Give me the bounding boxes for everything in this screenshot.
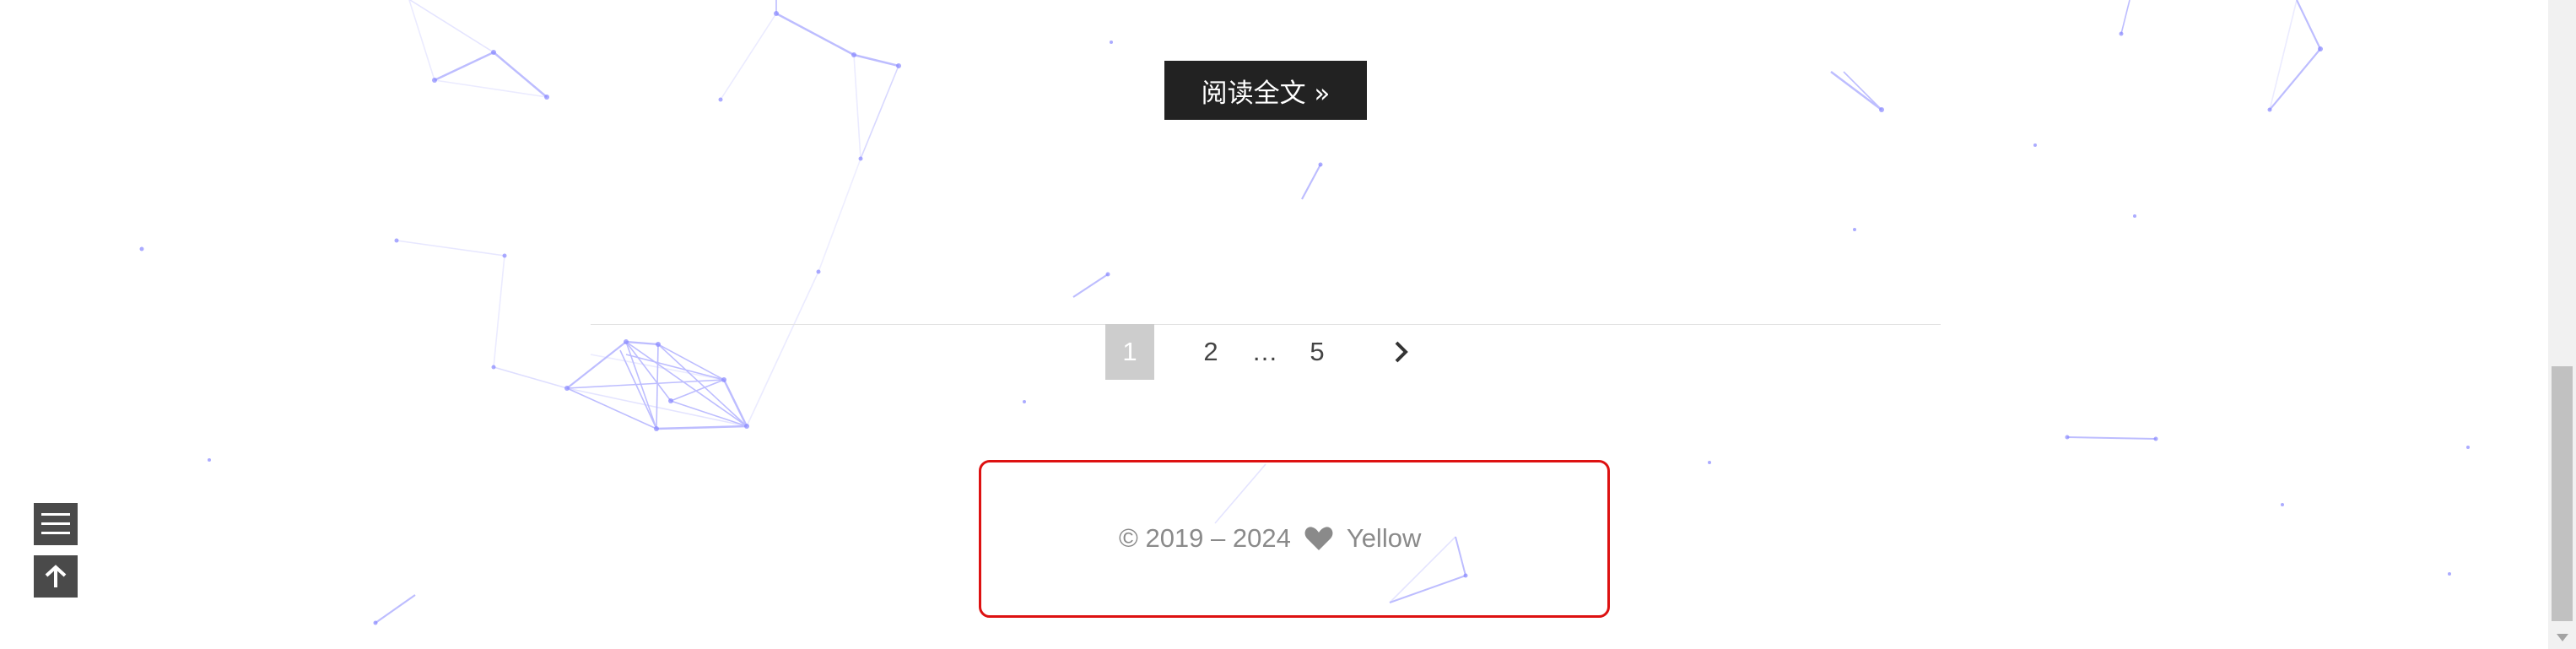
- footer: © 2019 – 2024 Yellow: [1119, 520, 1421, 557]
- arrow-up-icon: [44, 564, 68, 589]
- page-5-link[interactable]: 5: [1296, 324, 1338, 380]
- read-more-button[interactable]: 阅读全文 »: [1164, 61, 1367, 120]
- heart-icon: [1304, 526, 1333, 551]
- page-1-current: 1: [1105, 324, 1154, 380]
- scroll-down-arrow[interactable]: [2548, 625, 2576, 649]
- chevron-right-icon: [1393, 339, 1410, 365]
- next-page-button[interactable]: [1380, 324, 1423, 380]
- scrollbar-thumb[interactable]: [2552, 366, 2573, 621]
- vertical-scrollbar[interactable]: [2548, 0, 2576, 649]
- pagination: 1 2 … 5: [0, 324, 2576, 380]
- copyright-text: © 2019 – 2024: [1119, 523, 1291, 553]
- author-name: Yellow: [1346, 523, 1422, 553]
- back-to-top-button[interactable]: [34, 555, 78, 598]
- menu-toggle-button[interactable]: [34, 503, 78, 545]
- caret-down-icon: [2556, 632, 2569, 642]
- page-2-link[interactable]: 2: [1190, 324, 1232, 380]
- menu-icon: [41, 511, 70, 537]
- page-ellipsis: …: [1251, 337, 1278, 366]
